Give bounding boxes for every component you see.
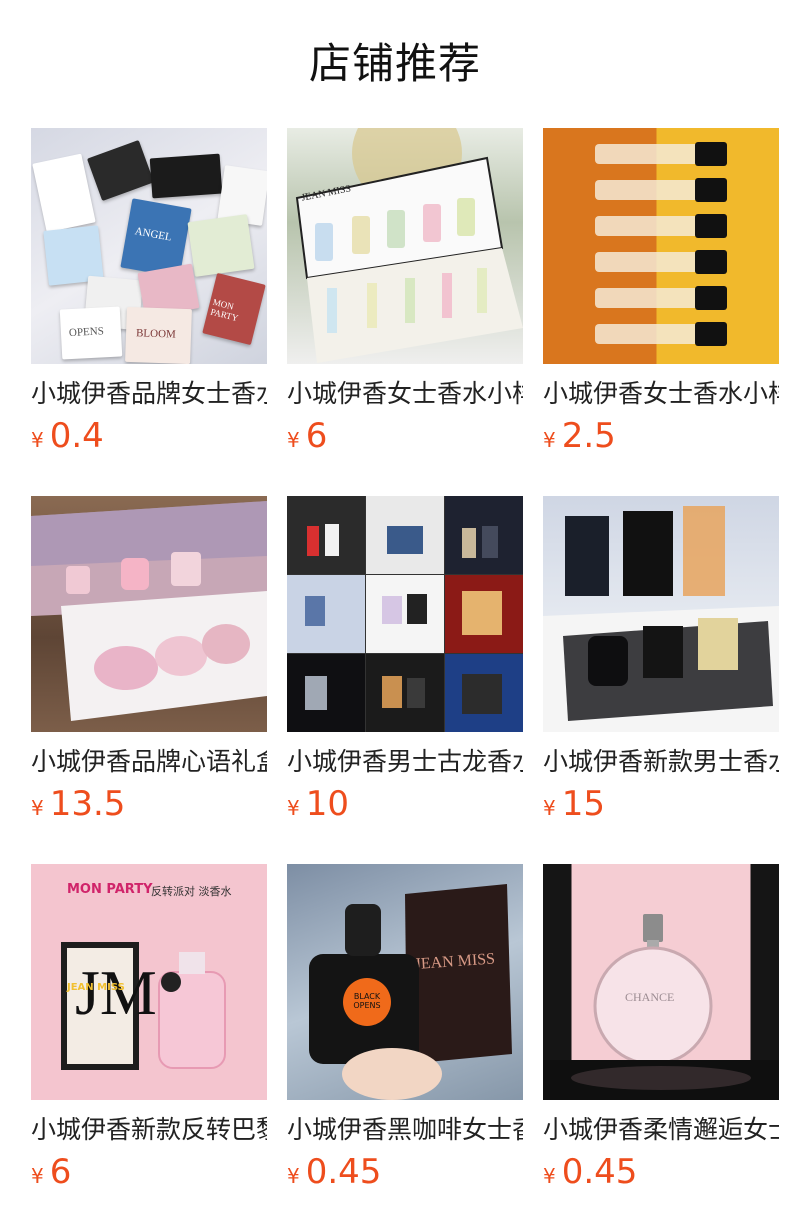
perfume-sample-cards-icon: ANGEL MON PARTY OPENS BLOOM xyxy=(31,128,267,364)
product-price: ¥15 xyxy=(543,784,779,830)
product-card[interactable]: MON PARTY 反转派对 淡香水 JM JEAN MISS 小城伊香新款反转… xyxy=(31,864,267,1198)
price-amount: 13.5 xyxy=(49,784,126,824)
mon-party-perfume-icon: MON PARTY 反转派对 淡香水 JM JEAN MISS xyxy=(31,864,267,1100)
product-card[interactable]: JEAN MISS 小城伊香女士香水小样礼盒 ¥6 xyxy=(287,128,523,462)
currency-symbol: ¥ xyxy=(543,1164,556,1188)
product-card[interactable]: ANGEL MON PARTY OPENS BLOOM 小城伊香品牌女士香水小样… xyxy=(31,128,267,462)
product-name: 小城伊香新款男士香水礼盒 xyxy=(543,747,779,776)
perfume-gift-box-icon: JEAN MISS xyxy=(287,128,523,364)
chance-perfume-icon: CHANCE xyxy=(543,864,779,1100)
product-price: ¥13.5 xyxy=(31,784,267,830)
brand-text: BLACK OPENS xyxy=(353,992,381,1010)
currency-symbol: ¥ xyxy=(287,428,300,452)
product-name: 小城伊香男士古龙香水礼盒 xyxy=(287,747,523,776)
price-amount: 2.5 xyxy=(561,416,616,456)
product-card[interactable]: 小城伊香新款男士香水礼盒 ¥15 xyxy=(543,496,779,830)
price-amount: 0.4 xyxy=(49,416,104,456)
product-price: ¥0.45 xyxy=(543,1152,779,1198)
currency-symbol: ¥ xyxy=(287,1164,300,1188)
price-amount: 15 xyxy=(561,784,605,824)
mens-cologne-collage-icon xyxy=(287,496,523,732)
brand-text: CHANCE xyxy=(625,990,675,1004)
perfume-gift-set-icon xyxy=(31,496,267,732)
product-name: 小城伊香女士香水小样试管 xyxy=(543,379,779,408)
mens-perfume-box-icon xyxy=(543,496,779,732)
product-price: ¥0.45 xyxy=(287,1152,523,1198)
black-opens-perfume-icon: JEAN MISS BLACK OPENS xyxy=(287,864,523,1100)
product-price: ¥6 xyxy=(287,416,523,462)
product-price: ¥2.5 xyxy=(543,416,779,462)
perfume-vials-icon xyxy=(543,128,779,364)
currency-symbol: ¥ xyxy=(31,796,44,820)
price-amount: 10 xyxy=(305,784,349,824)
product-name: 小城伊香品牌心语礼盒套装 xyxy=(31,747,267,776)
product-card[interactable]: 小城伊香男士古龙香水礼盒 ¥10 xyxy=(287,496,523,830)
price-amount: 0.45 xyxy=(305,1152,382,1192)
price-amount: 0.45 xyxy=(561,1152,638,1192)
product-price: ¥0.4 xyxy=(31,416,267,462)
product-card[interactable]: JEAN MISS BLACK OPENS 小城伊香黑咖啡女士香水 ¥0.45 xyxy=(287,864,523,1198)
currency-symbol: ¥ xyxy=(287,796,300,820)
currency-symbol: ¥ xyxy=(543,428,556,452)
price-amount: 6 xyxy=(305,416,328,456)
page-title: 店铺推荐 xyxy=(308,39,481,88)
currency-symbol: ¥ xyxy=(31,428,44,452)
product-name: 小城伊香女士香水小样礼盒 xyxy=(287,379,523,408)
product-price: ¥6 xyxy=(31,1152,267,1198)
brand-text: JEAN MISS xyxy=(67,982,125,993)
product-name: 小城伊香新款反转巴黎香水 xyxy=(31,1115,267,1144)
product-card[interactable]: 小城伊香品牌心语礼盒套装 ¥13.5 xyxy=(31,496,267,830)
currency-symbol: ¥ xyxy=(543,796,556,820)
product-name: 小城伊香品牌女士香水小样 xyxy=(31,379,267,408)
price-amount: 6 xyxy=(49,1152,72,1192)
product-name: 小城伊香黑咖啡女士香水 xyxy=(287,1115,523,1144)
product-price: ¥10 xyxy=(287,784,523,830)
product-card[interactable]: 小城伊香女士香水小样试管 ¥2.5 xyxy=(543,128,779,462)
product-card[interactable]: CHANCE 小城伊香柔情邂逅女士香水 ¥0.45 xyxy=(543,864,779,1198)
currency-symbol: ¥ xyxy=(31,1164,44,1188)
product-name: 小城伊香柔情邂逅女士香水 xyxy=(543,1115,779,1144)
